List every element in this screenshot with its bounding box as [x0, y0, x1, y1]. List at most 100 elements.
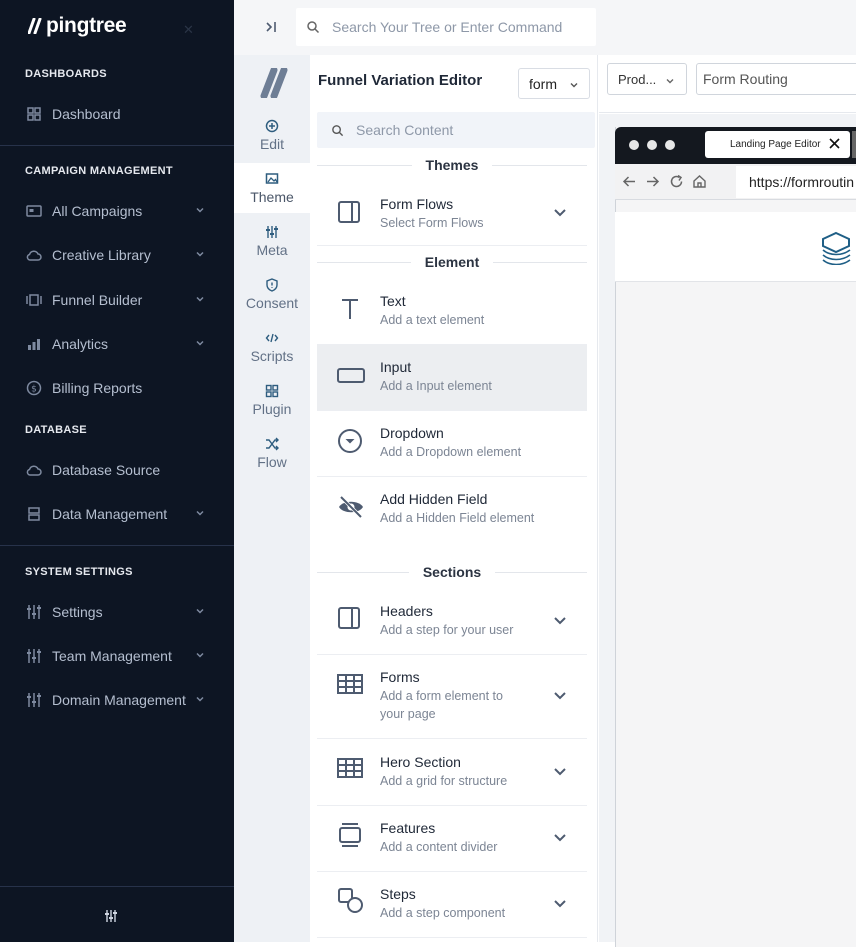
table-icon: [337, 674, 363, 694]
home-icon[interactable]: [692, 174, 707, 189]
chevron-down-icon: [570, 83, 578, 88]
chevron-down-icon: [196, 696, 204, 702]
item-title: Form Flows: [380, 196, 454, 212]
command-search-input[interactable]: Search Your Tree or Enter Command: [296, 8, 596, 46]
item-subtitle: Add a grid for structure: [380, 774, 508, 788]
shapes-icon: [338, 888, 363, 913]
sidebar-item-all-campaigns[interactable]: All Campaigns: [25, 199, 210, 223]
back-arrow-icon[interactable]: [622, 174, 637, 189]
window-dot: [629, 140, 639, 150]
sidebar-item-domain-management[interactable]: Domain Management: [25, 688, 210, 712]
expand-sidebar-icon[interactable]: [264, 19, 278, 35]
search-icon: [332, 124, 344, 136]
item-subtitle: Add a step for your user: [380, 623, 514, 637]
card-stack-icon: [339, 823, 361, 847]
search-placeholder: Search Your Tree or Enter Command: [332, 19, 563, 35]
tab-scripts[interactable]: Scripts: [234, 322, 310, 372]
sliders-icon[interactable]: [104, 909, 118, 923]
chevron-down-icon: [196, 296, 204, 302]
content-search-input[interactable]: Search Content: [317, 112, 595, 148]
sidebar-item-team-management[interactable]: Team Management: [25, 644, 210, 668]
shuffle-icon: [266, 437, 279, 450]
item-title: Features: [380, 820, 436, 836]
panel-layout-icon: [338, 201, 360, 223]
sidebar-item-funnel-builder[interactable]: Funnel Builder: [25, 288, 210, 312]
brand-name: pingtree: [46, 14, 127, 37]
panel-title: Funnel Variation Editor: [318, 72, 483, 89]
element-header: Element: [317, 254, 587, 270]
sidebar-item-label: Dashboard: [52, 106, 121, 122]
tab-label: Theme: [250, 188, 294, 205]
table-icon: [337, 758, 363, 778]
item-title: Input: [380, 359, 412, 375]
theme-item-form-flows[interactable]: Form Flows Select Form Flows: [317, 180, 587, 246]
routing-field[interactable]: Form Routing: [696, 63, 856, 95]
dropdown-circle-icon: [338, 429, 362, 453]
section-dashboards: DASHBOARDS: [25, 68, 107, 80]
tab-plugin[interactable]: Plugin: [234, 375, 310, 425]
url-text: https://formroutin: [749, 174, 855, 190]
address-bar[interactable]: https://formroutin: [736, 166, 856, 198]
tab-meta[interactable]: Meta: [234, 216, 310, 266]
forward-arrow-icon[interactable]: [645, 174, 660, 189]
refresh-icon[interactable]: [669, 174, 684, 189]
tab-edit[interactable]: Edit: [234, 110, 310, 160]
sidebar-item-settings[interactable]: Settings: [25, 600, 210, 624]
plus-circle-icon: [265, 119, 279, 132]
dollar-icon: $: [26, 380, 42, 396]
chevron-down-icon: [196, 608, 204, 614]
input-box-icon: [337, 368, 365, 383]
section-item-steps[interactable]: Steps Add a step component: [317, 872, 587, 938]
sidebar-item-analytics[interactable]: Analytics: [25, 332, 210, 356]
section-item-features[interactable]: Features Add a content divider: [317, 806, 587, 872]
element-item-text[interactable]: Text Add a text element: [317, 279, 587, 345]
tab-label: Flow: [257, 453, 287, 470]
tab-label: Consent: [245, 294, 299, 311]
window-dot: [647, 140, 657, 150]
brand-mark-icon: [260, 68, 288, 98]
svg-text:$: $: [31, 385, 37, 395]
sidebar-item-billing-reports[interactable]: $ Billing Reports: [25, 376, 210, 400]
item-title: Steps: [380, 886, 416, 902]
environment-select[interactable]: Prod...: [607, 63, 687, 95]
close-icon[interactable]: ✕: [183, 22, 194, 38]
sidebar-item-database-source[interactable]: Database Source: [25, 458, 210, 482]
text-icon: [342, 299, 358, 319]
alert-shield-icon: [266, 277, 278, 292]
tab-consent[interactable]: Consent: [234, 269, 310, 319]
tab-theme[interactable]: Theme: [234, 163, 310, 213]
database-icon: [28, 507, 40, 521]
item-title: Dropdown: [380, 425, 444, 441]
close-icon[interactable]: [828, 137, 841, 150]
element-item-hidden-field[interactable]: Add Hidden Field Add a Hidden Field elem…: [317, 477, 587, 543]
tab-flow[interactable]: Flow: [234, 428, 310, 478]
section-campaign-management: CAMPAIGN MANAGEMENT: [25, 165, 173, 177]
tab-label: Meta: [256, 241, 288, 258]
sidebar-item-label: Analytics: [52, 336, 109, 352]
image-icon: [265, 172, 279, 184]
section-item-hero[interactable]: Hero Section Add a grid for structure: [317, 739, 587, 806]
chevron-down-icon: [196, 510, 204, 516]
item-title: Add Hidden Field: [380, 491, 488, 507]
item-subtitle: Add a content divider: [380, 840, 498, 854]
brand-mark-icon: [28, 18, 42, 34]
element-item-dropdown[interactable]: Dropdown Add a Dropdown element: [317, 411, 587, 477]
sidebar-item-dashboard[interactable]: Dashboard: [25, 102, 210, 126]
sidebar-item-creative-library[interactable]: Creative Library: [25, 243, 210, 267]
code-icon: [265, 333, 279, 342]
variation-select[interactable]: form: [518, 68, 590, 99]
browser-tab[interactable]: Landing Page Editor: [705, 131, 850, 158]
browser-tab[interactable]: [852, 131, 856, 158]
sidebar-item-label: Team Management: [52, 648, 172, 664]
tab-label: Edit: [259, 135, 285, 152]
cloud-icon: [26, 250, 42, 261]
section-item-forms[interactable]: Forms Add a form element to your page: [317, 655, 587, 739]
divider: [0, 145, 234, 146]
dashboard-icon: [27, 107, 41, 121]
element-item-input[interactable]: Input Add a Input element: [317, 345, 587, 411]
sidebar-item-data-management[interactable]: Data Management: [25, 502, 210, 526]
window-dot: [665, 140, 675, 150]
section-item-headers[interactable]: Headers Add a step for your user: [317, 589, 587, 655]
brand-logo[interactable]: pingtree: [28, 14, 127, 38]
item-subtitle: Add a Input element: [380, 379, 492, 393]
